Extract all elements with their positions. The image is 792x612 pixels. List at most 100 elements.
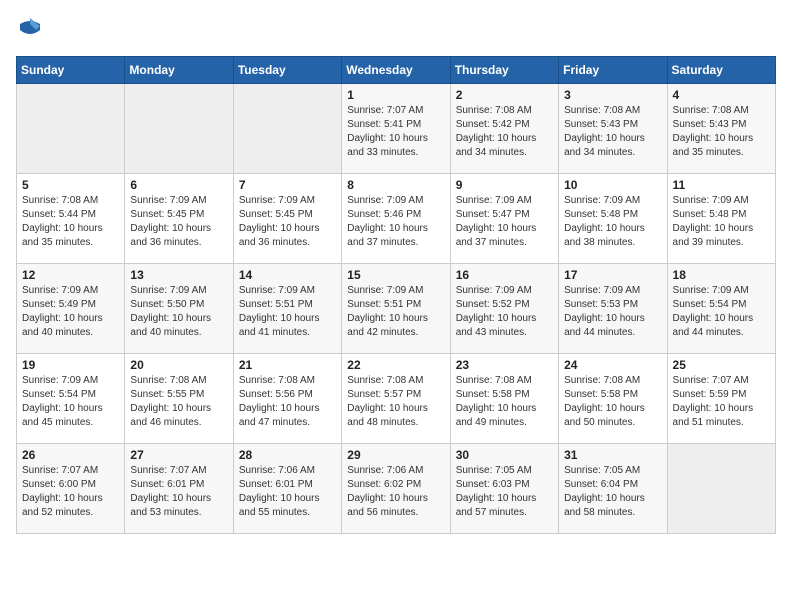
calendar-cell: 9Sunrise: 7:09 AMSunset: 5:47 PMDaylight… [450,174,558,264]
calendar-cell: 24 Sunrise: 7:08 AMSunset: 5:58 PMDayligh… [559,354,667,444]
calendar-cell: 2 Sunrise: 7:08 AMSunset: 5:42 PMDaylight… [450,84,558,174]
cell-info: Sunrise: 7:08 AMSunset: 5:43 PMDaylight:… [564,104,661,160]
day-number: 19 [22,358,119,372]
cell-info: Sunrise: 7:08 AMSunset: 5:42 PMDaylight:… [456,104,553,160]
cell-info: Sunrise: 7:09 AMSunset: 5:49 PMDaylight:… [22,284,119,340]
day-number: 10 [564,178,661,192]
calendar-cell: 8 Sunrise: 7:09 AMSunset: 5:46 PMDaylight… [342,174,450,264]
cell-info: Sunrise: 7:08 AMSunset: 5:55 PMDaylight:… [130,374,227,430]
calendar-table: SundayMondayTuesdayWednesdayThursdayFrid… [16,56,776,534]
cell-info: Sunrise: 7:09 AMSunset: 5:52 PMDaylight:… [456,284,553,340]
calendar-cell: 14 Sunrise: 7:09 AMSunset: 5:51 PMDayligh… [233,264,341,354]
logo [16,16,48,44]
week-row-2: 5Sunrise: 7:08 AMSunset: 5:44 PMDaylight… [17,174,776,264]
day-number: 18 [673,268,770,282]
day-number: 3 [564,88,661,102]
week-row-3: 12Sunrise: 7:09 AMSunset: 5:49 PMDayligh… [17,264,776,354]
calendar-cell: 7 Sunrise: 7:09 AMSunset: 5:45 PMDaylight… [233,174,341,264]
calendar-cell: 31 Sunrise: 7:05 AMSunset: 6:04 PMDayligh… [559,444,667,534]
cell-info: Sunrise: 7:09 AMSunset: 5:54 PMDaylight:… [22,374,119,430]
week-row-1: 1 Sunrise: 7:07 AMSunset: 5:41 PMDaylight… [17,84,776,174]
calendar-cell: 20 Sunrise: 7:08 AMSunset: 5:55 PMDayligh… [125,354,233,444]
cell-info: Sunrise: 7:09 AMSunset: 5:54 PMDaylight:… [673,284,770,340]
header-cell-wednesday: Wednesday [342,57,450,84]
calendar-cell: 23 Sunrise: 7:08 AMSunset: 5:58 PMDayligh… [450,354,558,444]
cell-info: Sunrise: 7:09 AMSunset: 5:48 PMDaylight:… [673,194,770,250]
cell-info: Sunrise: 7:08 AMSunset: 5:58 PMDaylight:… [456,374,553,430]
calendar-cell: 27 Sunrise: 7:07 AMSunset: 6:01 PMDayligh… [125,444,233,534]
cell-info: Sunrise: 7:09 AMSunset: 5:45 PMDaylight:… [239,194,336,250]
calendar-cell: 22 Sunrise: 7:08 AMSunset: 5:57 PMDayligh… [342,354,450,444]
cell-info: Sunrise: 7:08 AMSunset: 5:56 PMDaylight:… [239,374,336,430]
day-number: 2 [456,88,553,102]
calendar-cell: 1 Sunrise: 7:07 AMSunset: 5:41 PMDaylight… [342,84,450,174]
cell-info: Sunrise: 7:09 AMSunset: 5:51 PMDaylight:… [347,284,444,340]
calendar-cell: 30Sunrise: 7:05 AMSunset: 6:03 PMDayligh… [450,444,558,534]
day-number: 7 [239,178,336,192]
day-number: 28 [239,448,336,462]
day-number: 17 [564,268,661,282]
calendar-cell: 28 Sunrise: 7:06 AMSunset: 6:01 PMDayligh… [233,444,341,534]
calendar-cell: 13 Sunrise: 7:09 AMSunset: 5:50 PMDayligh… [125,264,233,354]
cell-info: Sunrise: 7:08 AMSunset: 5:58 PMDaylight:… [564,374,661,430]
calendar-cell: 12Sunrise: 7:09 AMSunset: 5:49 PMDayligh… [17,264,125,354]
cell-info: Sunrise: 7:06 AMSunset: 6:02 PMDaylight:… [347,464,444,520]
day-number: 30 [456,448,553,462]
day-number: 24 [564,358,661,372]
calendar-cell [125,84,233,174]
calendar-cell [17,84,125,174]
header-cell-saturday: Saturday [667,57,775,84]
logo-icon [16,16,44,44]
cell-info: Sunrise: 7:05 AMSunset: 6:04 PMDaylight:… [564,464,661,520]
cell-info: Sunrise: 7:07 AMSunset: 6:00 PMDaylight:… [22,464,119,520]
cell-info: Sunrise: 7:09 AMSunset: 5:47 PMDaylight:… [456,194,553,250]
day-number: 4 [673,88,770,102]
day-number: 29 [347,448,444,462]
calendar-cell: 17 Sunrise: 7:09 AMSunset: 5:53 PMDayligh… [559,264,667,354]
day-number: 14 [239,268,336,282]
day-number: 22 [347,358,444,372]
header-cell-monday: Monday [125,57,233,84]
day-number: 27 [130,448,227,462]
calendar-cell: 11 Sunrise: 7:09 AMSunset: 5:48 PMDayligh… [667,174,775,264]
day-number: 31 [564,448,661,462]
cell-info: Sunrise: 7:09 AMSunset: 5:48 PMDaylight:… [564,194,661,250]
cell-info: Sunrise: 7:07 AMSunset: 6:01 PMDaylight:… [130,464,227,520]
cell-info: Sunrise: 7:08 AMSunset: 5:44 PMDaylight:… [22,194,119,250]
cell-info: Sunrise: 7:09 AMSunset: 5:45 PMDaylight:… [130,194,227,250]
calendar-cell: 16 Sunrise: 7:09 AMSunset: 5:52 PMDayligh… [450,264,558,354]
calendar-cell [667,444,775,534]
calendar-cell: 25 Sunrise: 7:07 AMSunset: 5:59 PMDayligh… [667,354,775,444]
cell-info: Sunrise: 7:06 AMSunset: 6:01 PMDaylight:… [239,464,336,520]
cell-info: Sunrise: 7:09 AMSunset: 5:53 PMDaylight:… [564,284,661,340]
day-number: 21 [239,358,336,372]
day-number: 1 [347,88,444,102]
calendar-cell: 6 Sunrise: 7:09 AMSunset: 5:45 PMDaylight… [125,174,233,264]
page-header [16,16,776,44]
day-number: 13 [130,268,227,282]
cell-info: Sunrise: 7:09 AMSunset: 5:50 PMDaylight:… [130,284,227,340]
calendar-cell: 15Sunrise: 7:09 AMSunset: 5:51 PMDayligh… [342,264,450,354]
week-row-5: 26Sunrise: 7:07 AMSunset: 6:00 PMDayligh… [17,444,776,534]
cell-info: Sunrise: 7:09 AMSunset: 5:46 PMDaylight:… [347,194,444,250]
day-number: 8 [347,178,444,192]
day-number: 23 [456,358,553,372]
cell-info: Sunrise: 7:08 AMSunset: 5:57 PMDaylight:… [347,374,444,430]
calendar-cell: 19 Sunrise: 7:09 AMSunset: 5:54 PMDayligh… [17,354,125,444]
header-cell-sunday: Sunday [17,57,125,84]
calendar-cell: 3 Sunrise: 7:08 AMSunset: 5:43 PMDaylight… [559,84,667,174]
cell-info: Sunrise: 7:07 AMSunset: 5:41 PMDaylight:… [347,104,444,160]
header-row: SundayMondayTuesdayWednesdayThursdayFrid… [17,57,776,84]
day-number: 6 [130,178,227,192]
cell-info: Sunrise: 7:07 AMSunset: 5:59 PMDaylight:… [673,374,770,430]
cell-info: Sunrise: 7:09 AMSunset: 5:51 PMDaylight:… [239,284,336,340]
calendar-cell: 21 Sunrise: 7:08 AMSunset: 5:56 PMDayligh… [233,354,341,444]
calendar-cell: 29 Sunrise: 7:06 AMSunset: 6:02 PMDayligh… [342,444,450,534]
calendar-cell [233,84,341,174]
cell-info: Sunrise: 7:08 AMSunset: 5:43 PMDaylight:… [673,104,770,160]
day-number: 25 [673,358,770,372]
day-number: 11 [673,178,770,192]
day-number: 20 [130,358,227,372]
day-number: 16 [456,268,553,282]
calendar-cell: 5Sunrise: 7:08 AMSunset: 5:44 PMDaylight… [17,174,125,264]
